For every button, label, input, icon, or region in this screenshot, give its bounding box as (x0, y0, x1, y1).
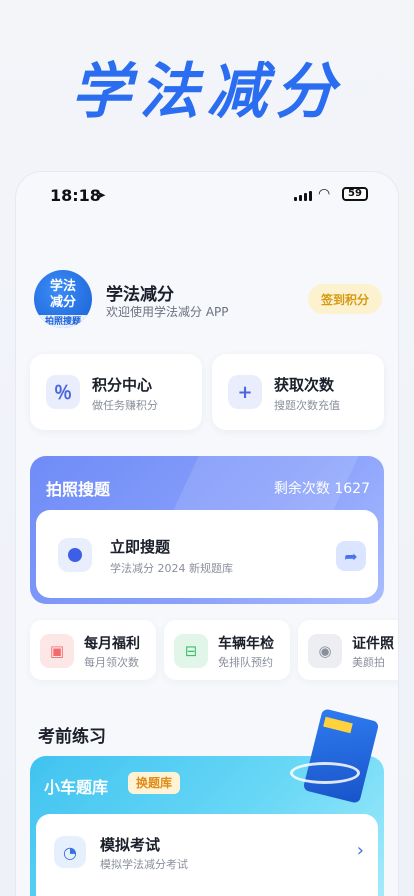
percent-icon: ％ (46, 375, 80, 409)
plus-icon: + (228, 375, 262, 409)
signal-icon (294, 191, 312, 201)
quick-action-subtitle: 做任务赚积分 (92, 399, 158, 412)
status-time: 18:18 (50, 186, 101, 205)
camera-icon: ◉ (308, 634, 342, 668)
hero-banner: 学法减分 (0, 0, 414, 172)
quick-action-title: 获取次数 (274, 376, 335, 394)
status-bar: 18:18 ➤ ◠ 59 (16, 172, 398, 216)
clock-icon: ◔ (54, 836, 86, 868)
benefit-title: 证件照 (352, 636, 394, 652)
battery-icon: 59 (342, 187, 368, 201)
search-now-subtitle: 学法减分 2024 新规题库 (110, 562, 233, 575)
quick-action-title: 积分中心 (92, 376, 153, 394)
book-ring (290, 762, 360, 784)
app-name: 学法减分 (106, 285, 174, 305)
mock-exam-card[interactable]: ◔ 模拟考试 模拟学法减分考试 › (36, 814, 378, 896)
search-now-title: 立即搜题 (110, 538, 171, 556)
benefit-subtitle: 美颜拍 (352, 656, 385, 669)
benefit-subtitle: 免排队预约 (218, 656, 273, 669)
remaining-count: 剩余次数 1627 (273, 481, 370, 497)
photo-search-title: 拍照搜题 (46, 480, 111, 499)
profile-header: 学法 减分 拍照搜题 学法减分 欢迎使用学法减分 APP 签到积分 (34, 270, 382, 330)
chevron-right-icon: › (356, 840, 364, 861)
book-illustration (284, 704, 380, 804)
benefit-title: 每月福利 (84, 636, 140, 652)
logo-text-line1: 学法 (49, 279, 76, 294)
wifi-icon: ◠ (318, 186, 331, 202)
hero-title: 学法减分 (71, 56, 343, 127)
app-logo: 学法 减分 拍照搜题 (34, 270, 92, 328)
mock-exam-title: 模拟考试 (100, 836, 161, 854)
welcome-text: 欢迎使用学法减分 APP (106, 305, 229, 319)
gift-icon: ▣ (40, 634, 74, 668)
logo-sub: 拍照搜题 (34, 315, 92, 328)
photo-search-card: 拍照搜题 剩余次数 1627 立即搜题 学法减分 2024 新规题库 ➦ (30, 456, 384, 604)
logo-text-line2: 减分 (49, 295, 76, 310)
id-photo-card[interactable]: ◉ 证件照 美颜拍 (298, 620, 398, 680)
mock-exam-subtitle: 模拟学法减分考试 (100, 858, 188, 871)
get-count-card[interactable]: + 获取次数 搜题次数充值 (212, 354, 384, 430)
camera-icon (58, 538, 92, 572)
phone-screen: 18:18 ➤ ◠ 59 学法 减分 拍照搜题 学法减分 欢迎使用学法减分 AP… (16, 172, 398, 896)
vehicle-inspection-card[interactable]: ⊟ 车辆年检 免排队预约 (164, 620, 290, 680)
points-center-card[interactable]: ％ 积分中心 做任务赚积分 (30, 354, 202, 430)
benefit-subtitle: 每月领次数 (84, 656, 139, 669)
location-arrow-icon: ➤ (96, 188, 107, 202)
search-now-card[interactable]: 立即搜题 学法减分 2024 新规题库 ➦ (36, 510, 378, 598)
checkin-button[interactable]: 签到积分 (308, 284, 382, 314)
practice-section-title: 考前练习 (38, 727, 106, 747)
question-bank-title: 小车题库 (44, 778, 109, 797)
monthly-benefit-card[interactable]: ▣ 每月福利 每月领次数 (30, 620, 156, 680)
quick-action-subtitle: 搜题次数充值 (274, 399, 340, 412)
benefit-title: 车辆年检 (218, 636, 274, 652)
car-icon: ⊟ (174, 634, 208, 668)
switch-bank-button[interactable]: 换题库 (128, 772, 181, 794)
share-arrow-icon[interactable]: ➦ (336, 541, 366, 571)
